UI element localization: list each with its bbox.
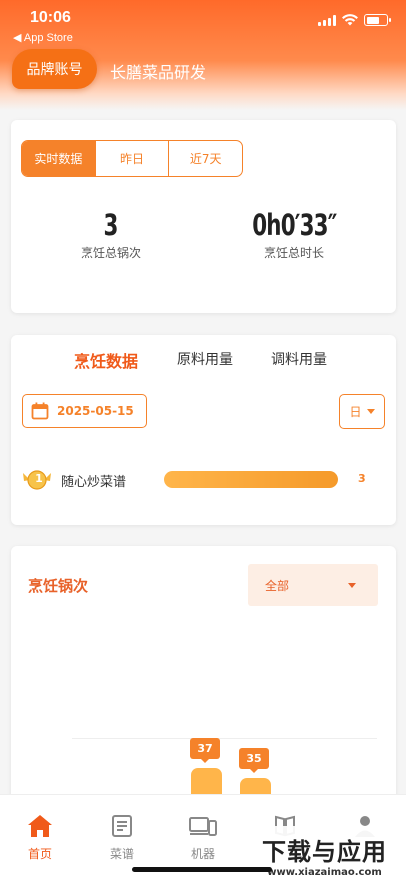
cooking-data-card: 烹饪数据 原料用量 调料用量 2025-05-15 日 1 随心炒菜谱 3 bbox=[11, 335, 396, 525]
selected-date: 2025-05-15 bbox=[57, 404, 134, 418]
ranking-value: 3 bbox=[358, 472, 366, 485]
stat-total-cook-duration: 0h0′33″ 烹饪总时长 bbox=[209, 208, 379, 261]
calendar-icon bbox=[31, 402, 49, 420]
date-picker-button[interactable]: 2025-05-15 bbox=[22, 394, 147, 428]
caret-down-icon bbox=[348, 582, 356, 588]
ranking-row: 1 随心炒菜谱 3 bbox=[21, 467, 386, 493]
tab-ingredient-usage[interactable]: 原料用量 bbox=[177, 349, 233, 369]
status-icons bbox=[318, 14, 391, 26]
brand-name: 长膳菜品研发 bbox=[110, 63, 207, 82]
tab-cooking-data[interactable]: 烹饪数据 bbox=[74, 348, 138, 372]
stat-label: 烹饪总时长 bbox=[263, 246, 324, 260]
time-unit-select[interactable]: 日 bbox=[339, 394, 385, 429]
stat-total-cook-count: 3 烹饪总锅次 bbox=[26, 208, 196, 261]
ranking-bar bbox=[164, 471, 338, 488]
battery-icon bbox=[364, 14, 391, 26]
stat-label: 烹饪总锅次 bbox=[80, 246, 141, 260]
tabbar-item-machines[interactable]: 机器 bbox=[178, 813, 228, 862]
back-to-app-store[interactable]: ◀ App Store bbox=[13, 31, 73, 44]
tab-seasoning-usage[interactable]: 调料用量 bbox=[271, 349, 327, 369]
device-icon bbox=[189, 817, 217, 836]
caret-down-icon bbox=[366, 409, 375, 414]
watermark-title: 下载与应用 bbox=[262, 837, 387, 866]
signal-icon bbox=[318, 14, 336, 26]
segment-last-7-days[interactable]: 近7天 bbox=[168, 141, 242, 176]
home-icon bbox=[28, 815, 52, 837]
watermark: 下载与应用 www.xiazaimao.com bbox=[243, 826, 406, 883]
tabbar-item-recipes[interactable]: 菜谱 bbox=[97, 813, 147, 862]
filter-value: 全部 bbox=[265, 578, 290, 593]
time-unit-value: 日 bbox=[349, 405, 362, 419]
home-indicator bbox=[132, 867, 272, 872]
chart-bar-label: 35 bbox=[239, 748, 269, 773]
recipe-name: 随心炒菜谱 bbox=[61, 475, 127, 490]
chart-bar-label: 37 bbox=[190, 738, 220, 763]
header: 10:06 ◀ App Store 品牌账号 长膳菜品研发 bbox=[0, 0, 406, 110]
segment-realtime[interactable]: 实时数据 bbox=[22, 141, 95, 176]
brand-account-button[interactable]: 品牌账号 bbox=[12, 49, 97, 89]
data-tabs: 烹饪数据 原料用量 调料用量 bbox=[11, 349, 396, 373]
rank-number: 1 bbox=[35, 472, 43, 485]
tabbar-label: 机器 bbox=[190, 847, 215, 861]
tabbar-label: 首页 bbox=[27, 847, 52, 861]
watermark-url: www.xiazaimao.com bbox=[267, 866, 382, 878]
tabbar-label: 菜谱 bbox=[109, 847, 134, 861]
stat-value: 3 bbox=[103, 208, 119, 242]
stat-value: 0h0′33″ bbox=[251, 208, 337, 242]
overview-card: 实时数据 昨日 近7天 3 烹饪总锅次 0h0′33″ 烹饪总时长 bbox=[11, 120, 396, 313]
chart-gridline bbox=[72, 738, 377, 739]
device-filter-select[interactable]: 全部 bbox=[248, 564, 378, 606]
wifi-icon bbox=[342, 14, 358, 26]
cooking-times-card: 烹饪锅次 全部 37 35 bbox=[11, 546, 396, 806]
cooking-times-title: 烹饪锅次 bbox=[28, 577, 89, 595]
status-bar: 10:06 ◀ App Store bbox=[0, 0, 406, 46]
period-segmented-control: 实时数据 昨日 近7天 bbox=[21, 140, 243, 177]
recipe-icon bbox=[112, 815, 132, 837]
status-time: 10:06 bbox=[30, 9, 71, 26]
tabbar-item-home[interactable]: 首页 bbox=[15, 813, 65, 862]
segment-yesterday[interactable]: 昨日 bbox=[94, 141, 169, 176]
